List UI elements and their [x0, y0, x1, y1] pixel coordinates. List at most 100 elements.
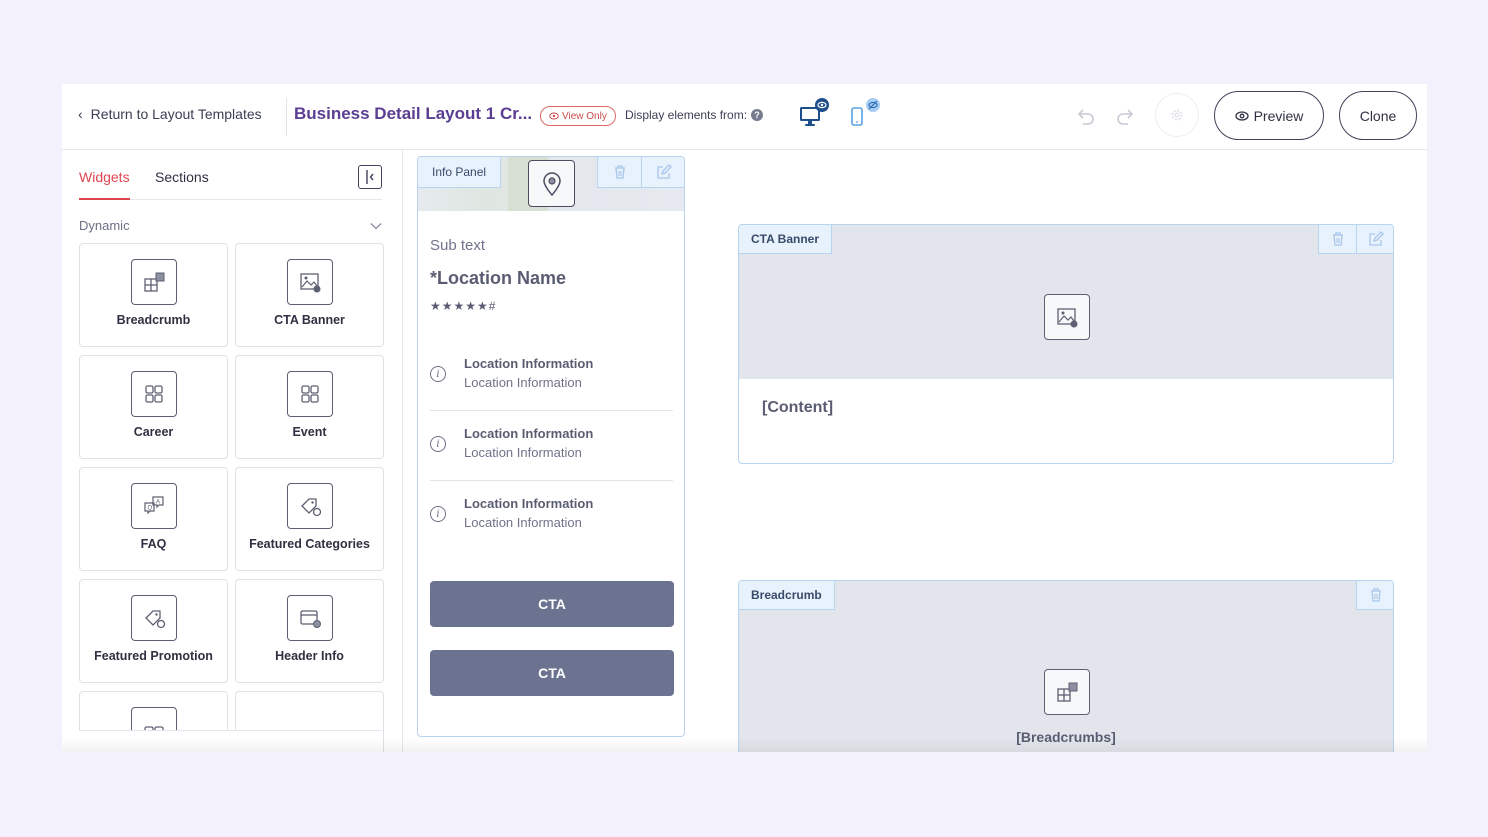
widgets-panel: Widgets Sections Dynamic Breadcrumb CTA … [62, 150, 403, 752]
panel-tabs: Widgets Sections [79, 150, 382, 200]
preview-button[interactable]: Preview [1214, 91, 1324, 140]
location-info-row: i Location Information Location Informat… [430, 342, 673, 411]
divider [286, 98, 287, 136]
widget-label: Event [292, 425, 327, 439]
widget-card-breadcrumb[interactable]: Breadcrumb [79, 243, 228, 347]
banner-content-placeholder: [Content] [762, 399, 834, 416]
cta-banner-block[interactable]: CTA Banner [Content] [738, 224, 1394, 464]
layout-title: Business Detail Layout 1 Cr... [294, 104, 533, 123]
desktop-icon [800, 98, 829, 126]
eye-icon [1234, 110, 1249, 121]
gear-icon [1171, 109, 1183, 121]
section-title: Dynamic [79, 218, 130, 233]
preview-label: Preview [1253, 107, 1304, 124]
widget-card-cta-banner[interactable]: CTA Banner [235, 243, 384, 347]
collapse-icon [366, 170, 374, 184]
widget-card-header-info[interactable]: Header Info [235, 579, 384, 683]
edit-button[interactable] [1356, 225, 1393, 254]
help-icon[interactable]: ? [751, 109, 764, 121]
info-panel-tag: Info Panel [418, 157, 502, 188]
dynamic-section-header[interactable]: Dynamic [79, 218, 382, 233]
delete-button[interactable] [1318, 225, 1356, 254]
tag-icon [287, 483, 333, 529]
cta-button-secondary[interactable]: CTA [430, 650, 674, 696]
collapse-panel-button[interactable] [358, 165, 382, 189]
info-value: Location Information [464, 445, 582, 460]
location-info-row: i Location Information Location Informat… [430, 412, 673, 481]
widget-card-featured-categories[interactable]: Featured Categories [235, 467, 384, 571]
widget-label: Featured Categories [249, 537, 370, 551]
breadcrumb-icon [131, 259, 177, 305]
rating-stars: ★★★★★# [430, 299, 497, 313]
breadcrumb-block[interactable]: Breadcrumb [Breadcrumbs] [738, 580, 1394, 752]
widget-label: CTA Banner [274, 313, 345, 327]
widget-label: FAQ [140, 537, 167, 551]
info-panel-block[interactable]: Info Panel Sub text *Location Name ★★★★★… [417, 156, 685, 737]
delete-button[interactable] [1356, 581, 1393, 610]
widget-card-featured-promotion[interactable]: Featured Promotion [79, 579, 228, 683]
info-value: Location Information [464, 375, 582, 390]
breadcrumb-area [739, 581, 1393, 752]
widget-card-career[interactable]: Career [79, 355, 228, 459]
image-icon [1044, 294, 1090, 340]
edit-button[interactable] [641, 157, 684, 188]
info-title: Location Information [464, 496, 594, 511]
tab-widgets[interactable]: Widgets [79, 169, 130, 200]
chevron-left-icon: ‹ [78, 106, 83, 122]
widget-card-faq[interactable]: AQ FAQ [79, 467, 228, 571]
back-label: Return to Layout Templates [90, 106, 262, 122]
svg-text:Q: Q [148, 506, 153, 512]
trash-icon [1370, 588, 1381, 602]
svg-text:A: A [156, 500, 160, 506]
widget-label: Featured Promotion [94, 649, 213, 663]
trash-icon [1332, 232, 1343, 246]
tag-icon [131, 595, 177, 641]
card-icon [287, 595, 333, 641]
location-name: *Location Name [430, 268, 567, 288]
breadcrumb-icon [1044, 669, 1090, 715]
layout-editor: ‹ Return to Layout Templates Business De… [62, 84, 1427, 752]
image-icon [287, 259, 333, 305]
list-fade [79, 730, 382, 752]
info-title: Location Information [464, 426, 594, 441]
info-value: Location Information [464, 515, 582, 530]
location-info-row: i Location Information Location Informat… [430, 482, 673, 551]
widget-label: Career [133, 425, 174, 439]
edit-icon [1368, 231, 1384, 246]
clone-label: Clone [1359, 107, 1397, 124]
redo-icon[interactable] [1115, 106, 1137, 128]
clone-button[interactable]: Clone [1339, 91, 1417, 140]
edit-icon [656, 164, 672, 179]
view-only-label: View Only [562, 110, 607, 122]
chevron-down-icon [370, 222, 382, 229]
undo-icon[interactable] [1074, 106, 1096, 128]
info-icon: i [430, 366, 446, 382]
return-to-templates-link[interactable]: ‹ Return to Layout Templates [78, 106, 262, 122]
widget-label: Breadcrumb [116, 313, 191, 327]
display-from-label: Display elements from: [625, 108, 748, 122]
settings-button[interactable] [1155, 93, 1199, 137]
grid-icon [287, 371, 333, 417]
widget-card-event[interactable]: Event [235, 355, 384, 459]
desktop-toggle-button[interactable] [797, 98, 833, 130]
widget-label: Header Info [275, 649, 344, 663]
display-elements-from: Display elements from: ? [625, 108, 764, 122]
info-icon: i [430, 436, 446, 452]
breadcrumb-tag: Breadcrumb [739, 581, 835, 610]
cta-button-primary[interactable]: CTA [430, 581, 674, 627]
delete-button[interactable] [597, 157, 641, 188]
top-bar: ‹ Return to Layout Templates Business De… [62, 84, 1427, 150]
grid-icon [131, 371, 177, 417]
view-only-badge: View Only [540, 106, 616, 126]
tab-sections[interactable]: Sections [155, 169, 209, 185]
trash-icon [614, 165, 625, 179]
mobile-toggle-button[interactable] [848, 98, 884, 130]
breadcrumbs-placeholder: [Breadcrumbs] [1016, 729, 1116, 745]
cta-banner-tag: CTA Banner [739, 225, 833, 254]
faq-chat-icon: AQ [131, 483, 177, 529]
eye-icon [549, 112, 559, 120]
mobile-hidden-icon [851, 98, 880, 126]
info-icon: i [430, 506, 446, 522]
map-pin-icon [528, 160, 575, 207]
info-title: Location Information [464, 356, 594, 371]
